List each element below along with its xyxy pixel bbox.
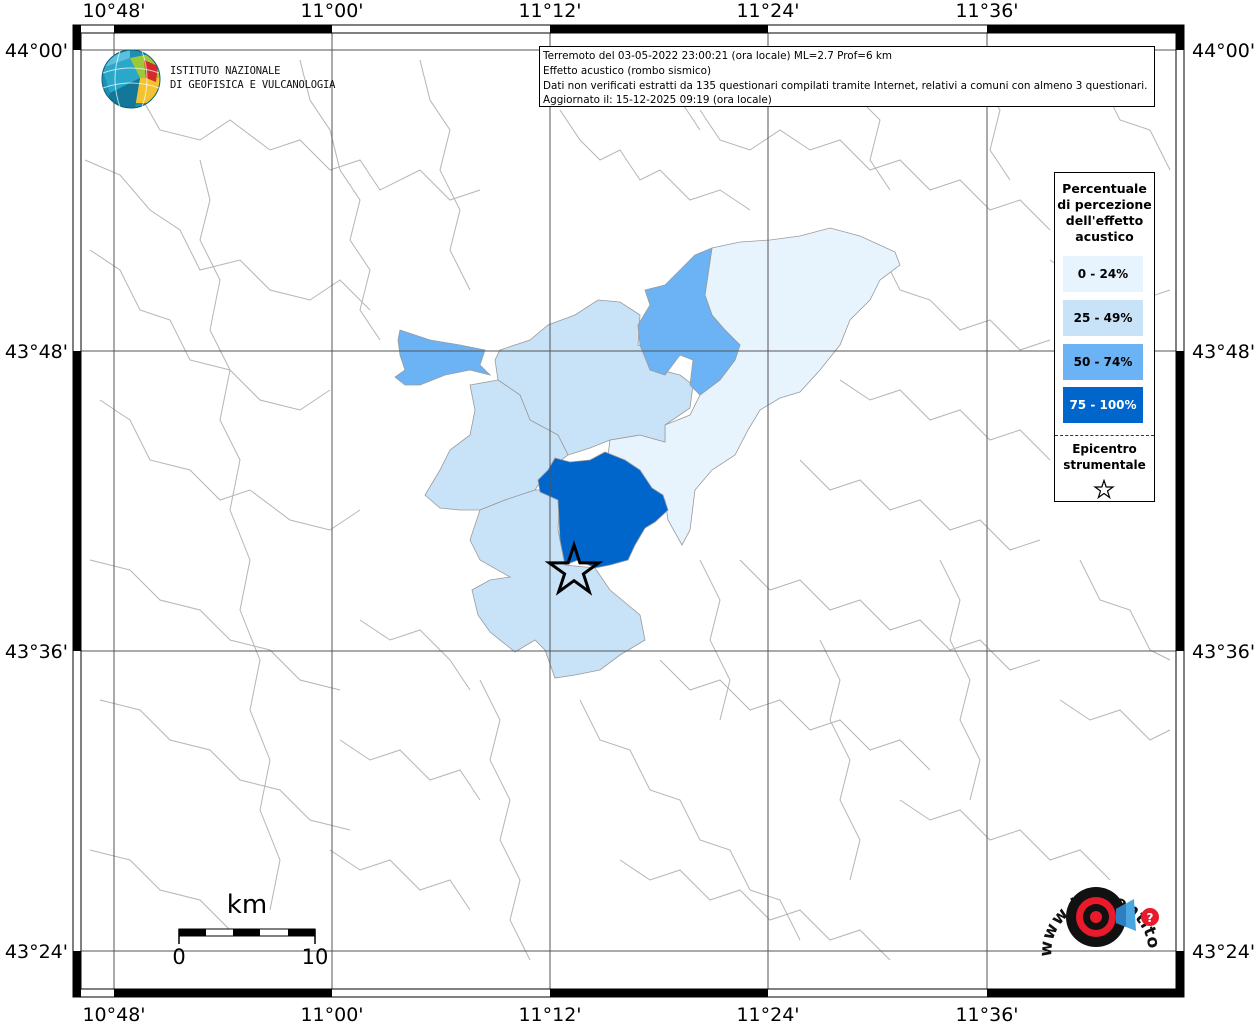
info-event-line: Terremoto del 03-05-2022 23:00:21 (ora l… bbox=[543, 50, 893, 62]
axis-bottom-label: 11°12' bbox=[518, 1004, 581, 1024]
info-source-line: Dati non verificati estratti da 135 ques… bbox=[543, 79, 1148, 92]
legend-title-line: dell'effetto bbox=[1065, 213, 1144, 228]
scale-max-label: 10 bbox=[302, 945, 329, 969]
axis-bottom-label: 11°00' bbox=[300, 1004, 363, 1024]
axis-top-label: 11°12' bbox=[518, 0, 581, 22]
axis-bottom-label: 11°24' bbox=[736, 1004, 799, 1024]
scale-bar: km 0 10 bbox=[172, 890, 328, 969]
scale-title: km bbox=[227, 890, 267, 920]
scale-min-label: 0 bbox=[172, 945, 185, 969]
ingv-line-1: ISTITUTO NAZIONALE bbox=[170, 65, 281, 77]
hsit-logo-icon: www.haisentitoilterremoto.it ? bbox=[1030, 865, 1163, 957]
legend-star-icon bbox=[1093, 479, 1115, 499]
axis-labels-bottom: 10°48' 11°00' 11°12' 11°24' 11°36' bbox=[82, 1004, 1018, 1024]
legend-epicenter-label: Epicentro strumentale bbox=[1055, 441, 1154, 473]
axis-bottom-label: 10°48' bbox=[82, 1004, 145, 1024]
legend-item-75-100: 75 - 100% bbox=[1063, 387, 1143, 423]
ingv-globe-icon bbox=[101, 49, 161, 109]
axis-top-label: 11°00' bbox=[300, 0, 363, 22]
axis-bottom-label: 11°36' bbox=[955, 1004, 1018, 1024]
legend-item-0-24: 0 - 24% bbox=[1063, 256, 1143, 292]
legend-title: Percentuale di percezione dell'effetto a… bbox=[1055, 181, 1154, 245]
axis-labels-top: 10°48' 11°00' 11°12' 11°24' 11°36' bbox=[82, 0, 1018, 22]
legend-item-50-74: 50 - 74% bbox=[1063, 344, 1143, 380]
axis-top-label: 10°48' bbox=[82, 0, 145, 22]
legend-separator bbox=[1055, 435, 1154, 436]
municipality-50-74-northwest bbox=[394, 329, 492, 386]
perception-polygons bbox=[394, 227, 901, 679]
svg-text:?: ? bbox=[1147, 911, 1154, 925]
axis-left-label: 44°00' bbox=[5, 40, 68, 62]
axis-left-label: 43°36' bbox=[5, 641, 68, 663]
info-updated-line: Aggiornato il: 15-12-2025 09:19 (ora loc… bbox=[543, 94, 772, 107]
axis-right-label: 44°00' bbox=[1192, 40, 1255, 62]
axis-left-label: 43°24' bbox=[5, 941, 68, 963]
axis-right-label: 43°24' bbox=[1192, 941, 1255, 963]
legend-title-line: Percentuale bbox=[1062, 181, 1147, 196]
legend-title-line: di percezione bbox=[1057, 197, 1152, 212]
axis-labels-left: 44°00' 43°48' 43°36' 43°24' bbox=[5, 40, 68, 963]
legend-item-25-49: 25 - 49% bbox=[1063, 300, 1143, 336]
legend-epicenter-line: Epicentro bbox=[1072, 442, 1137, 456]
axis-right-label: 43°36' bbox=[1192, 641, 1255, 663]
axis-right-label: 43°48' bbox=[1192, 341, 1255, 363]
legend-epicenter-line: strumentale bbox=[1063, 458, 1146, 472]
axis-left-label: 43°48' bbox=[5, 341, 68, 363]
map-page: 10°48' 11°00' 11°12' 11°24' 11°36' 10°48… bbox=[0, 0, 1257, 1024]
axis-labels-right: 44°00' 43°48' 43°36' 43°24' bbox=[1192, 40, 1255, 963]
axis-top-label: 11°36' bbox=[955, 0, 1018, 22]
legend: Percentuale di percezione dell'effetto a… bbox=[1054, 172, 1155, 502]
ingv-logo-text: ISTITUTO NAZIONALE DI GEOFISICA E VULCAN… bbox=[170, 64, 335, 92]
axis-top-label: 11°24' bbox=[736, 0, 799, 22]
legend-title-line: acustico bbox=[1075, 229, 1134, 244]
earthquake-info-box: Terremoto del 03-05-2022 23:00:21 (ora l… bbox=[539, 46, 1155, 107]
ingv-line-2: DI GEOFISICA E VULCANOLOGIA bbox=[170, 79, 336, 91]
info-effect-line: Effetto acustico (rombo sismico) bbox=[543, 64, 712, 77]
